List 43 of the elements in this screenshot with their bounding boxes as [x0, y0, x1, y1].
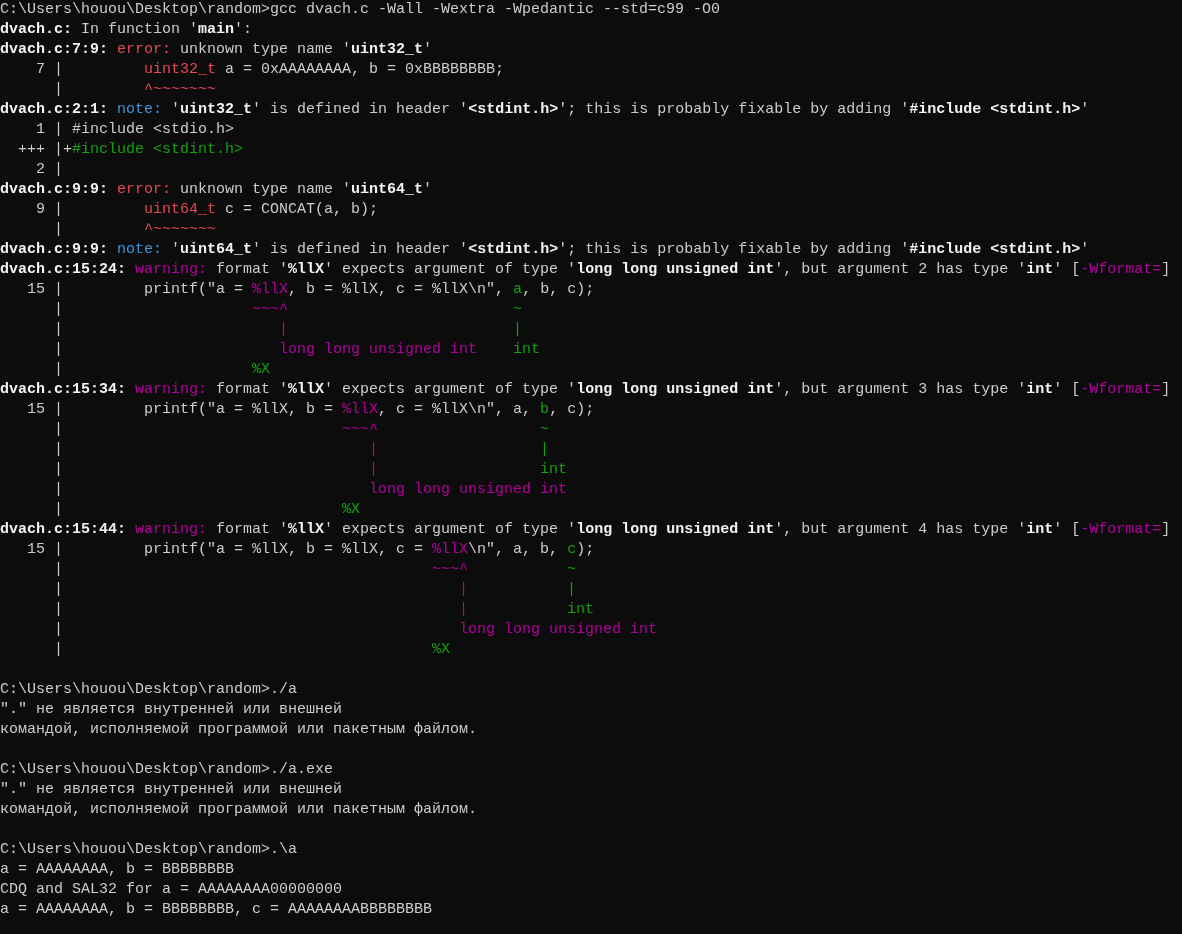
terminal-line: командой, исполняемой программой или пакетным файлом. — [0, 720, 478, 740]
terminal-line: | long long unsigned int int — [53, 340, 541, 360]
terminal-line: 1 | #include <stdio.h> — [35, 120, 235, 140]
terminal-line: 15 | printf("a = %llX, b = %llX, c = %llX\n", a, b, c); — [26, 280, 595, 300]
terminal-line: 15 | printf("a = %llX, b = %llX, c = %llX\n", a, b, c); — [26, 540, 595, 560]
terminal-line: dvach.c: In function 'main': — [0, 20, 253, 40]
terminal-line: a = AAAAAAAA, b = BBBBBBBB — [0, 860, 235, 880]
terminal-line: | ^~~~~~~~ — [53, 80, 217, 100]
terminal-line: 9 | uint64_t c = CONCAT(a, b); — [35, 200, 379, 220]
terminal-line: C:\Users\houou\Desktop\random>./a.exe — [0, 760, 334, 780]
terminal-line: | | | — [53, 440, 550, 460]
terminal-line: | %X — [53, 500, 361, 520]
terminal-line: | ~~~^ ~ — [53, 300, 523, 320]
terminal-line: dvach.c:15:24: warning: format '%llX' expects argument of type 'long long unsigned int', but argument 2 has type 'int' [-Wformat=] — [0, 260, 1171, 280]
terminal-line: C:\Users\houou\Desktop\random>.\a — [0, 840, 298, 860]
terminal-line: CDQ and SAL32 for a = AAAAAAAA00000000 — [0, 880, 343, 900]
terminal-line: | | | — [53, 580, 577, 600]
terminal-line: +++ |+#include <stdint.h> — [17, 140, 244, 160]
terminal-line: | ~~~^ ~ — [53, 420, 550, 440]
terminal-line: | ^~~~~~~~ — [53, 220, 217, 240]
terminal-line: | | | — [53, 320, 523, 340]
terminal-line: | | int — [53, 600, 595, 620]
terminal-line: "." не является внутренней или внешней — [0, 780, 343, 800]
terminal-line: | %X — [53, 640, 451, 660]
terminal-line: C:\Users\houou\Desktop\random>gcc dvach.c -Wall -Wextra -Wpedantic --std=c99 -O0 — [0, 0, 721, 20]
terminal-line: 7 | uint32_t a = 0xAAAAAAAA, b = 0xBBBBBBBB; — [35, 60, 505, 80]
terminal-line: | long long unsigned int — [53, 480, 568, 500]
terminal-line: | | int — [53, 460, 568, 480]
terminal-line: dvach.c:15:34: warning: format '%llX' expects argument of type 'long long unsigned int', but argument 3 has type 'int' [-Wformat=] — [0, 380, 1171, 400]
terminal-line: a = AAAAAAAA, b = BBBBBBBB, c = AAAAAAAABBBBBBBB — [0, 900, 433, 920]
terminal-line: dvach.c:9:9: error: unknown type name 'uint64_t' — [0, 180, 433, 200]
terminal-line: 2 | — [35, 160, 63, 180]
terminal-line: dvach.c:9:9: note: 'uint64_t' is defined in header '<stdint.h>'; this is probably fixable by adding '#include <stdint.h>' — [0, 240, 1090, 260]
terminal-line: dvach.c:2:1: note: 'uint32_t' is defined in header '<stdint.h>'; this is probably fixable by adding '#include <stdint.h>' — [0, 100, 1090, 120]
terminal-line: "." не является внутренней или внешней — [0, 700, 343, 720]
terminal-line: dvach.c:15:44: warning: format '%llX' expects argument of type 'long long unsigned int', but argument 4 has type 'int' [-Wformat=] — [0, 520, 1171, 540]
terminal-line: | ~~~^ ~ — [53, 560, 577, 580]
terminal-line: командой, исполняемой программой или пакетным файлом. — [0, 800, 478, 820]
terminal-line: | long long unsigned int — [53, 620, 658, 640]
terminal-line: | %X — [53, 360, 271, 380]
terminal-line: 15 | printf("a = %llX, b = %llX, c = %llX\n", a, b, c); — [26, 400, 595, 420]
terminal-line: dvach.c:7:9: error: unknown type name 'uint32_t' — [0, 40, 433, 60]
terminal-line: C:\Users\houou\Desktop\random>./a — [0, 680, 298, 700]
